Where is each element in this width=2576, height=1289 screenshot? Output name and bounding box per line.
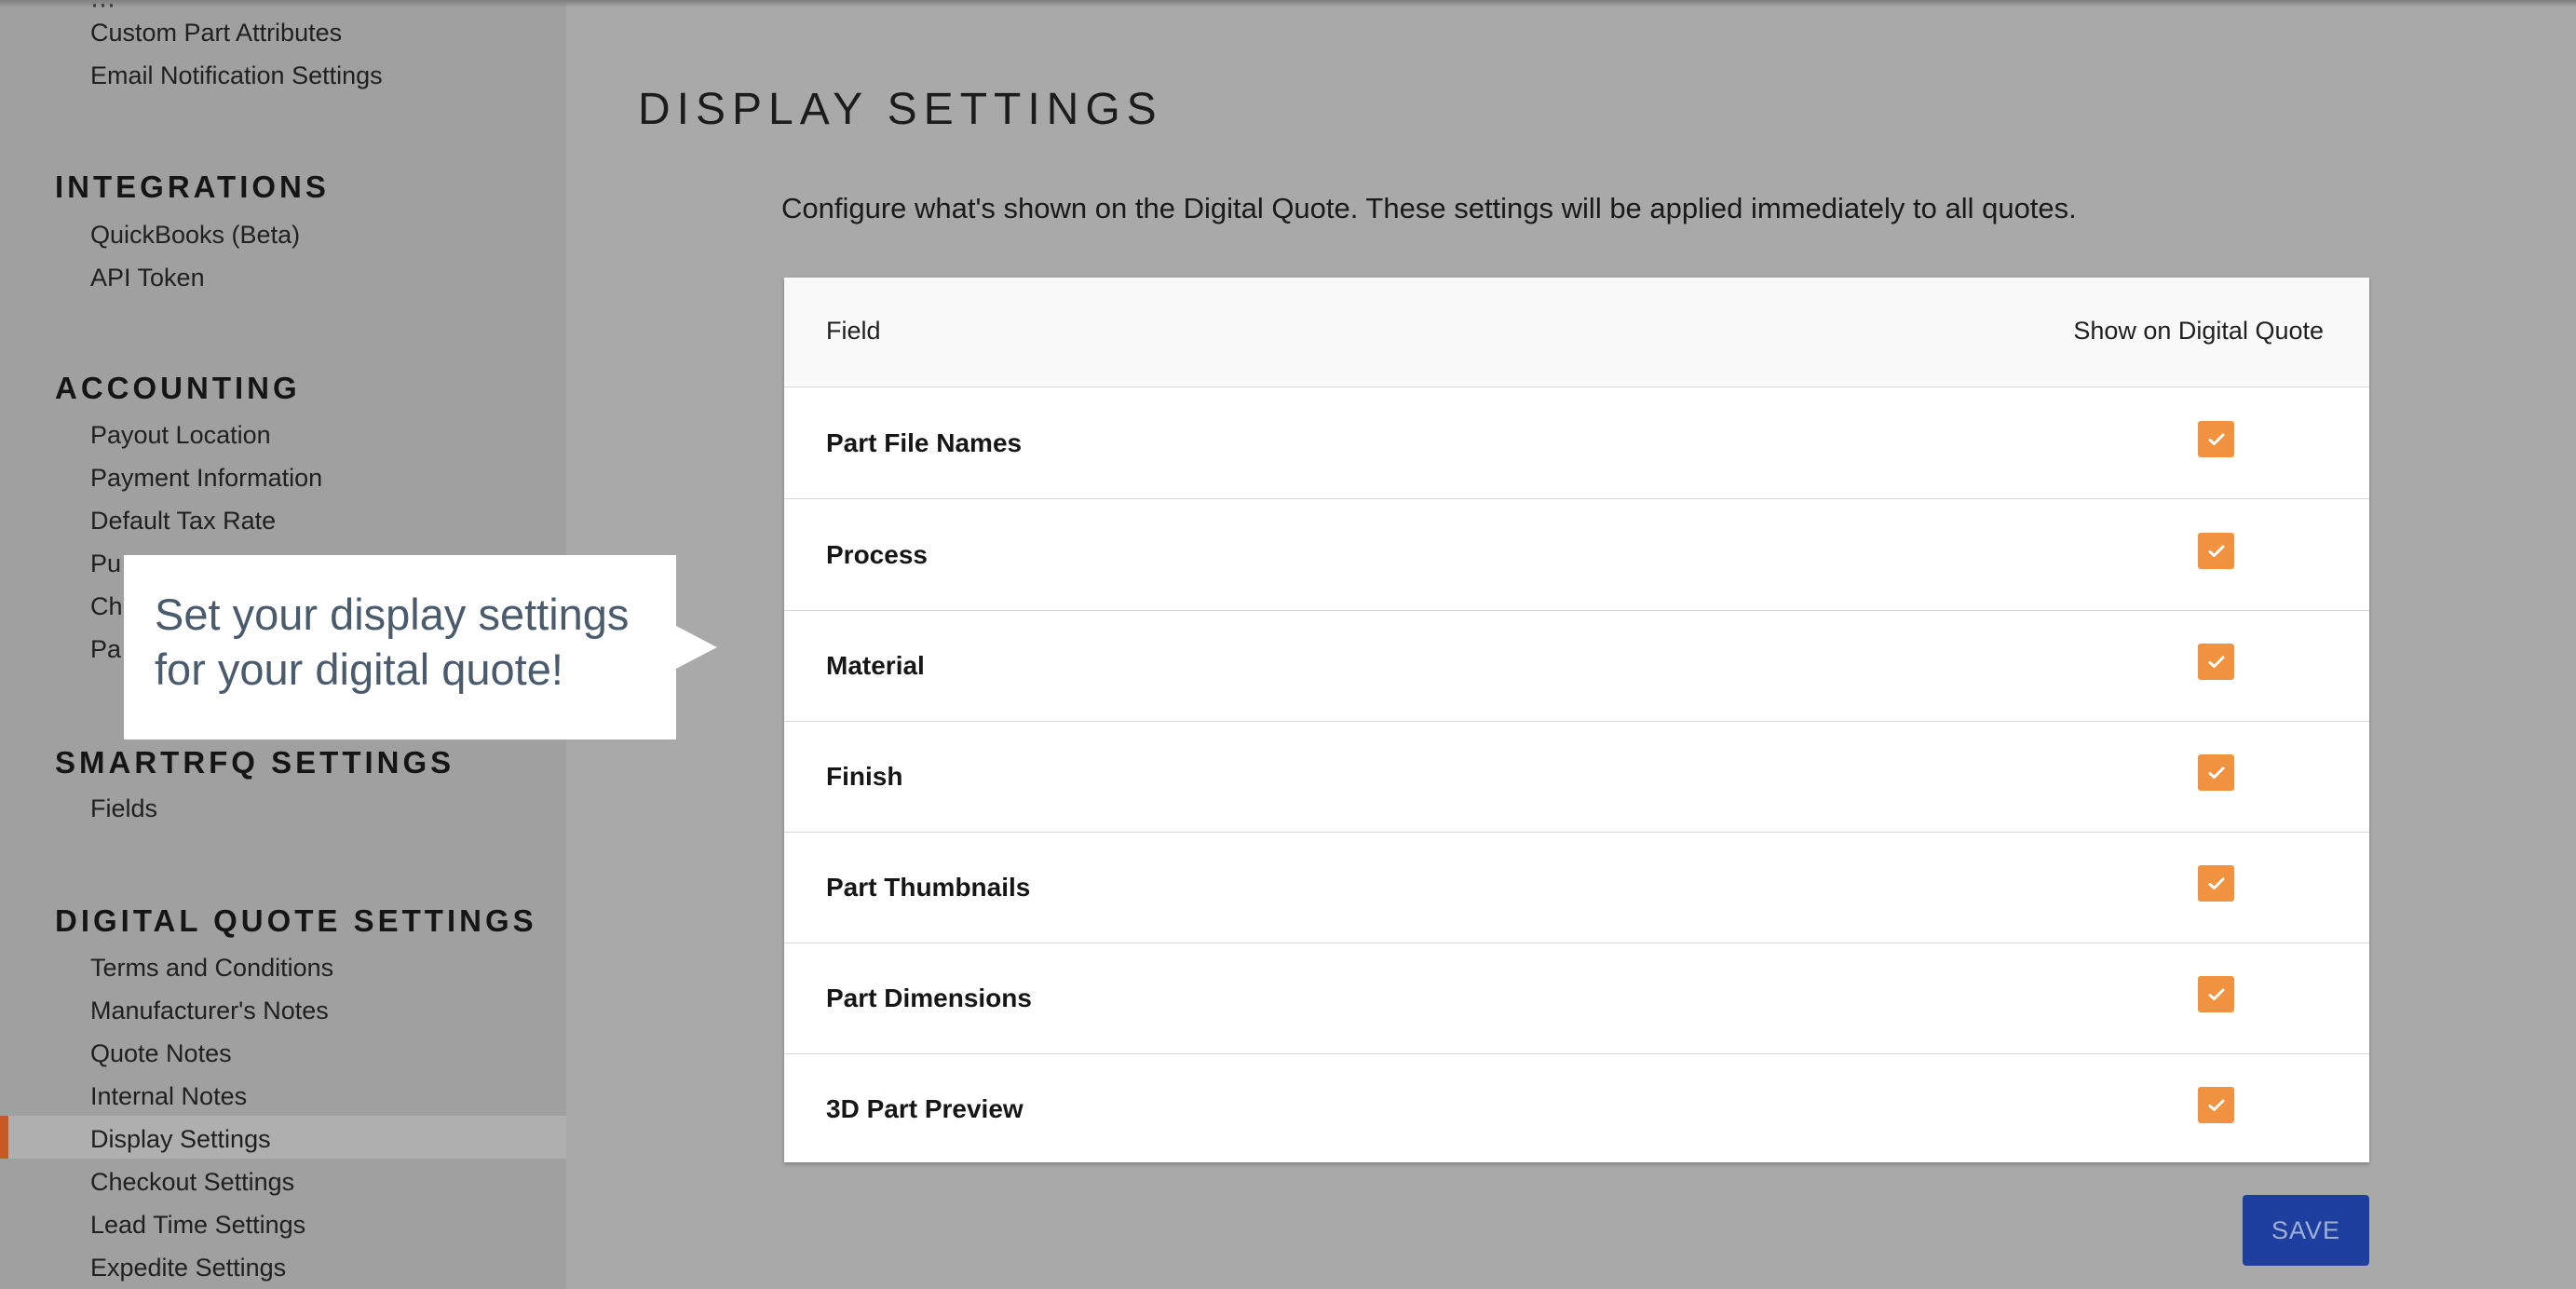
- show-checkbox[interactable]: [2198, 533, 2234, 569]
- sidebar-item-default-tax-rate[interactable]: Default Tax Rate: [90, 507, 276, 536]
- table-row: Part Thumbnails: [784, 832, 2369, 943]
- column-header-show-on-digital-quote: Show on Digital Quote: [2073, 317, 2324, 345]
- sidebar-item-internal-notes[interactable]: Internal Notes: [90, 1082, 247, 1111]
- save-button[interactable]: SAVE: [2243, 1195, 2369, 1266]
- show-checkbox[interactable]: [2198, 644, 2234, 680]
- sidebar-item-custom-part-attributes[interactable]: Custom Part Attributes: [90, 19, 342, 47]
- row-label: Material: [826, 651, 925, 680]
- sidebar-item-lead-time-settings[interactable]: Lead Time Settings: [90, 1211, 305, 1240]
- tooltip-arrow: [676, 626, 717, 669]
- show-checkbox[interactable]: [2198, 754, 2234, 791]
- table-row: Process: [784, 499, 2369, 611]
- checkmark-icon: [2208, 988, 2224, 1000]
- row-label: Finish: [826, 762, 903, 791]
- sidebar-item-api-token[interactable]: API Token: [90, 264, 205, 292]
- table-header: Field Show on Digital Quote: [784, 278, 2369, 387]
- sidebar-group-integrations: INTEGRATIONS: [55, 170, 330, 204]
- sidebar-item-expedite-settings[interactable]: Expedite Settings: [90, 1254, 286, 1282]
- sidebar-item-quickbooks[interactable]: QuickBooks (Beta): [90, 221, 300, 250]
- page-description: Configure what's shown on the Digital Qu…: [781, 192, 2077, 224]
- show-checkbox[interactable]: [2198, 976, 2234, 1012]
- sidebar-group-smartrfq-settings: SMARTRFQ SETTINGS: [55, 745, 455, 780]
- show-checkbox[interactable]: [2198, 1087, 2234, 1123]
- table-row: Part File Names: [784, 387, 2369, 499]
- row-label: Part File Names: [826, 428, 1023, 457]
- tooltip-line-2: for your digital quote!: [155, 644, 563, 694]
- show-checkbox[interactable]: [2198, 421, 2234, 457]
- sidebar-item-email-notification-settings[interactable]: Email Notification Settings: [90, 61, 383, 90]
- onboarding-tooltip: Set your display settings for your digit…: [124, 555, 717, 739]
- table-row: 3D Part Preview: [784, 1053, 2369, 1164]
- checkmark-icon: [2208, 433, 2224, 445]
- sidebar-item-manufacturers-notes[interactable]: Manufacturer's Notes: [90, 997, 329, 1025]
- sidebar-item-quote-notes[interactable]: Quote Notes: [90, 1039, 232, 1068]
- sidebar-item-payment-information[interactable]: Payment Information: [90, 464, 322, 493]
- table-row: Finish: [784, 721, 2369, 833]
- sidebar-item-display-settings[interactable]: Display Settings: [90, 1125, 271, 1154]
- show-checkbox[interactable]: [2198, 865, 2234, 902]
- tooltip-line-1: Set your display settings: [155, 590, 630, 639]
- page-title: DISPLAY SETTINGS: [638, 85, 1163, 134]
- checkmark-icon: [2208, 656, 2224, 668]
- row-label: 3D Part Preview: [826, 1094, 1024, 1123]
- sidebar-group-accounting: ACCOUNTING: [55, 371, 301, 405]
- display-settings-table: Field Show on Digital Quote Part File Na…: [784, 278, 2369, 1162]
- sidebar-item-payout-location[interactable]: Payout Location: [90, 421, 271, 450]
- sidebar-group-digital-quote-settings: DIGITAL QUOTE SETTINGS: [55, 903, 537, 938]
- tooltip-text: Set your display settings for your digit…: [155, 587, 676, 697]
- row-label: Part Thumbnails: [826, 873, 1031, 902]
- checkmark-icon: [2208, 545, 2224, 557]
- table-row: Material: [784, 610, 2369, 722]
- sidebar-item-pu[interactable]: Pu: [90, 550, 121, 578]
- sidebar-item-pa[interactable]: Pa: [90, 635, 121, 664]
- sidebar-item-checkout-settings[interactable]: Checkout Settings: [90, 1168, 294, 1197]
- column-header-field: Field: [826, 317, 881, 345]
- active-indicator: [0, 1116, 8, 1159]
- table-row: Part Dimensions: [784, 943, 2369, 1054]
- row-label: Part Dimensions: [826, 984, 1032, 1012]
- checkmark-icon: [2208, 877, 2224, 889]
- sidebar-item-fields[interactable]: Fields: [90, 794, 157, 823]
- sidebar-item-display-settings-row[interactable]: [0, 1116, 566, 1159]
- sidebar-item-ch[interactable]: Ch: [90, 592, 123, 621]
- row-label: Process: [826, 540, 928, 569]
- sidebar-item-terms-and-conditions[interactable]: Terms and Conditions: [90, 954, 333, 983]
- checkmark-icon: [2208, 767, 2224, 779]
- top-shadow: [0, 0, 2576, 7]
- checkmark-icon: [2208, 1099, 2224, 1111]
